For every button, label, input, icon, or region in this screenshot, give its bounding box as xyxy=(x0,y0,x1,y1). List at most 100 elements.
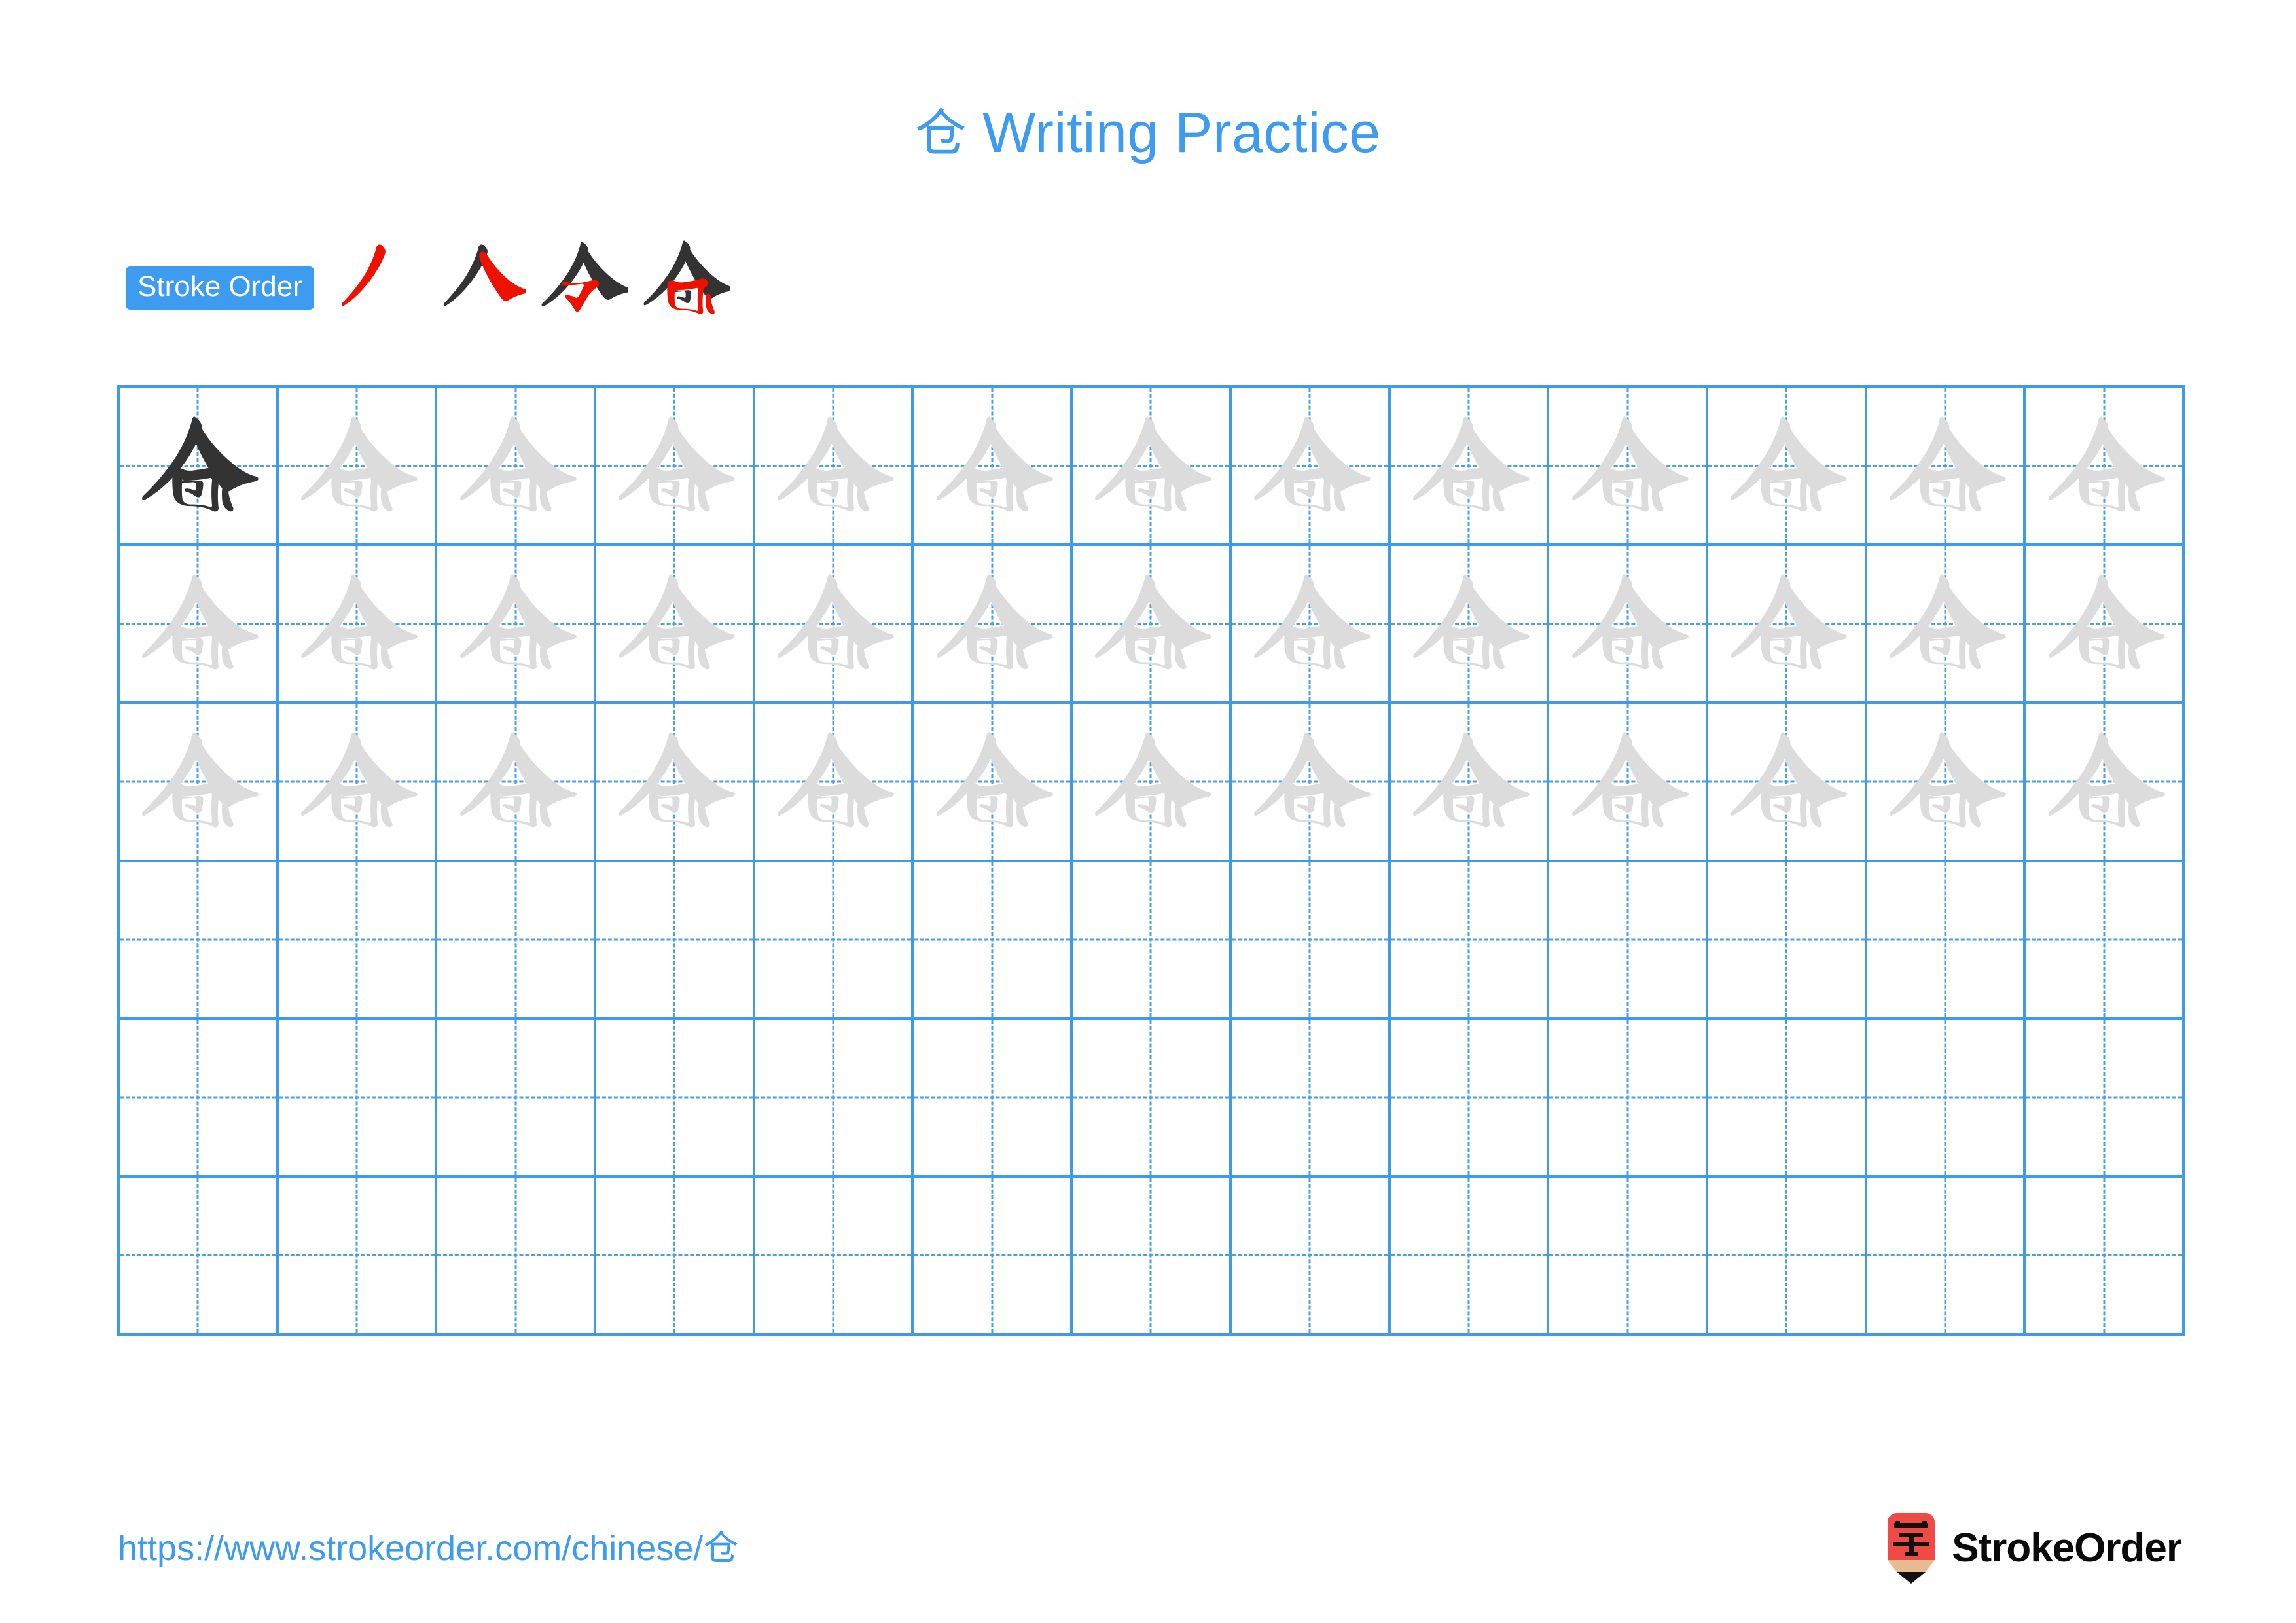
practice-grid-cell[interactable] xyxy=(437,704,597,862)
practice-grid-cell[interactable] xyxy=(278,1177,438,1336)
practice-grid-cell[interactable] xyxy=(1708,388,1867,547)
practice-grid-cell[interactable] xyxy=(1390,546,1550,704)
practice-character xyxy=(279,704,435,859)
practice-character xyxy=(120,546,276,701)
page-title-character: 仓 xyxy=(915,104,967,163)
practice-grid-cell[interactable] xyxy=(1231,1177,1391,1336)
stroke-order-section: Stroke Order xyxy=(126,240,733,324)
practice-grid-cell[interactable] xyxy=(596,704,755,862)
practice-grid-cell[interactable] xyxy=(596,1019,755,1178)
practice-character xyxy=(2026,388,2182,543)
practice-grid-cell[interactable] xyxy=(120,862,279,1020)
practice-grid-cell[interactable] xyxy=(1867,862,2026,1020)
stroke-step-4 xyxy=(631,229,730,329)
practice-grid-cell[interactable] xyxy=(1390,704,1550,862)
practice-grid-cell[interactable] xyxy=(1231,704,1391,862)
practice-grid-cell[interactable] xyxy=(1549,704,1708,862)
practice-grid-cell[interactable] xyxy=(437,862,597,1020)
practice-grid-cell[interactable] xyxy=(1549,862,1708,1020)
practice-grid-cell[interactable] xyxy=(1390,1177,1550,1336)
practice-grid-cell[interactable] xyxy=(1390,1019,1550,1178)
practice-grid-cell[interactable] xyxy=(1867,704,2026,862)
practice-character xyxy=(1073,704,1229,859)
practice-grid-cell[interactable] xyxy=(1549,546,1708,704)
brand-logo[interactable]: StrokeOrder xyxy=(1882,1512,2182,1584)
practice-grid-cell[interactable] xyxy=(1708,862,1867,1020)
practice-grid-cell[interactable] xyxy=(914,704,1073,862)
practice-grid-cell[interactable] xyxy=(1231,862,1391,1020)
practice-grid-cell[interactable] xyxy=(1867,1177,2026,1336)
practice-grid-cell[interactable] xyxy=(755,1177,914,1336)
practice-grid-cell[interactable] xyxy=(120,1019,279,1178)
practice-grid-cell[interactable] xyxy=(1708,546,1867,704)
practice-grid-cell[interactable] xyxy=(1549,1177,1708,1336)
model-character-cell[interactable] xyxy=(120,388,279,547)
practice-grid-cell[interactable] xyxy=(1708,1019,1867,1178)
practice-grid-cell[interactable] xyxy=(596,1177,755,1336)
practice-grid-cell[interactable] xyxy=(278,546,438,704)
practice-grid-cell[interactable] xyxy=(278,862,438,1020)
stroke-step-1-icon xyxy=(341,244,386,306)
practice-grid-cell[interactable] xyxy=(120,1177,279,1336)
practice-grid-cell[interactable] xyxy=(1073,1019,1232,1178)
practice-grid-cell[interactable] xyxy=(437,1177,597,1336)
practice-grid-cell[interactable] xyxy=(755,388,914,547)
practice-grid-cell[interactable] xyxy=(755,1019,914,1178)
practice-grid-cell[interactable] xyxy=(2026,388,2185,547)
practice-grid-cell[interactable] xyxy=(1390,388,1550,547)
practice-grid-cell[interactable] xyxy=(1867,388,2026,547)
practice-character xyxy=(279,388,435,543)
practice-grid-cell[interactable] xyxy=(278,388,438,547)
practice-grid-cell[interactable] xyxy=(755,546,914,704)
practice-grid-cell[interactable] xyxy=(2026,1019,2185,1178)
practice-grid-cell[interactable] xyxy=(914,862,1073,1020)
practice-grid-cell[interactable] xyxy=(1390,862,1550,1020)
practice-grid-cell[interactable] xyxy=(278,704,438,862)
practice-grid-cell[interactable] xyxy=(1073,862,1232,1020)
practice-character xyxy=(1232,704,1388,859)
practice-grid-cell[interactable] xyxy=(1073,1177,1232,1336)
practice-grid-cell[interactable] xyxy=(1549,1019,1708,1178)
practice-grid-cell[interactable] xyxy=(1867,1019,2026,1178)
practice-grid-cell[interactable] xyxy=(1708,704,1867,862)
practice-grid-cell[interactable] xyxy=(914,1019,1073,1178)
practice-grid-cell[interactable] xyxy=(914,1177,1073,1336)
practice-grid-cell[interactable] xyxy=(1231,1019,1391,1178)
practice-character xyxy=(1708,704,1865,859)
practice-grid-cell[interactable] xyxy=(1231,546,1391,704)
practice-grid-cell[interactable] xyxy=(437,388,597,547)
practice-grid-cell[interactable] xyxy=(437,546,597,704)
practice-character xyxy=(120,704,276,859)
practice-grid-cell[interactable] xyxy=(914,388,1073,547)
practice-grid-cell[interactable] xyxy=(1073,546,1232,704)
practice-grid-cell[interactable] xyxy=(1867,546,2026,704)
practice-grid-cell[interactable] xyxy=(755,704,914,862)
practice-grid-cell[interactable] xyxy=(2026,546,2185,704)
practice-character xyxy=(596,388,753,543)
practice-grid-cell[interactable] xyxy=(278,1019,438,1178)
practice-grid-cell[interactable] xyxy=(1231,388,1391,547)
page-title: 仓 Writing Practice xyxy=(0,105,2296,161)
practice-grid-cell[interactable] xyxy=(2026,862,2185,1020)
practice-grid-cell[interactable] xyxy=(755,862,914,1020)
practice-character xyxy=(2026,546,2182,701)
practice-grid xyxy=(117,385,2185,1336)
practice-grid-cell[interactable] xyxy=(1708,1177,1867,1336)
practice-grid-cell[interactable] xyxy=(437,1019,597,1178)
practice-grid-cell[interactable] xyxy=(914,546,1073,704)
footer-url-text: https://www.strokeorder.com/chinese/ xyxy=(118,1529,704,1568)
practice-character xyxy=(755,388,912,543)
practice-grid-cell[interactable] xyxy=(596,546,755,704)
practice-grid-cell[interactable] xyxy=(596,388,755,547)
practice-grid-cell[interactable] xyxy=(120,704,279,862)
footer-url[interactable]: https://www.strokeorder.com/chinese/仓 xyxy=(118,1527,738,1570)
practice-grid-cell[interactable] xyxy=(1549,388,1708,547)
practice-grid-cell[interactable] xyxy=(596,862,755,1020)
practice-grid-cell[interactable] xyxy=(1073,388,1232,547)
practice-grid-cell[interactable] xyxy=(2026,1177,2185,1336)
practice-grid-cell[interactable] xyxy=(2026,704,2185,862)
practice-character xyxy=(914,546,1070,701)
stroke-step-2 xyxy=(427,229,526,329)
practice-grid-cell[interactable] xyxy=(120,546,279,704)
practice-grid-cell[interactable] xyxy=(1073,704,1232,862)
